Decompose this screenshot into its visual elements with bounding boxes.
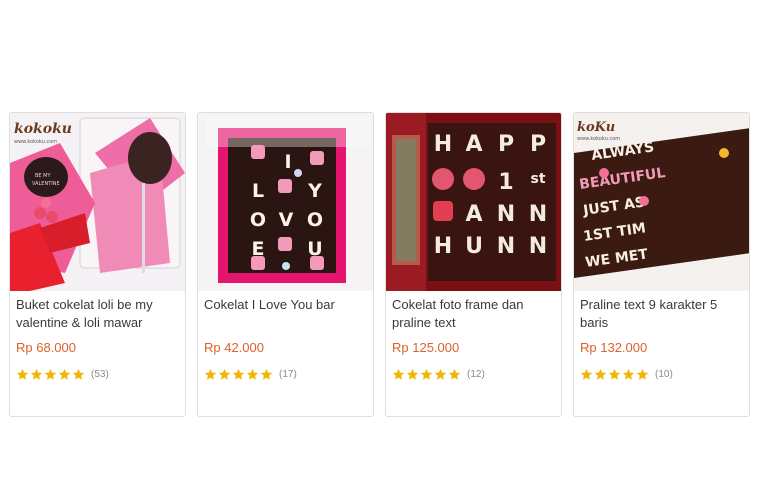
svg-text:O: O — [250, 209, 266, 231]
svg-text:VALENTINE: VALENTINE — [32, 181, 60, 187]
svg-text:P: P — [530, 132, 546, 157]
star-icon — [246, 368, 259, 380]
star-icon — [218, 368, 231, 380]
star-icon — [580, 368, 593, 380]
product-rating: (53) — [16, 366, 109, 382]
svg-text:www.kokoku.com: www.kokoku.com — [577, 136, 620, 142]
star-icon — [406, 368, 419, 380]
svg-text:L: L — [252, 180, 264, 202]
product-card[interactable]: kokoku www.kokoku.com BE MY VALENTINE Bu… — [9, 112, 186, 417]
star-icon — [392, 368, 405, 380]
product-price: Rp 68.000 — [16, 340, 76, 355]
svg-text:BE MY: BE MY — [35, 173, 51, 179]
product-card[interactable]: H A P P 1 st A N N H U N N Cokelat foto … — [385, 112, 562, 417]
star-icon — [636, 368, 649, 380]
review-count: (53) — [91, 368, 109, 380]
star-icon — [594, 368, 607, 380]
svg-text:A: A — [465, 202, 482, 227]
svg-text:U: U — [465, 234, 483, 259]
chocolate-bouquet-image[interactable]: kokoku www.kokoku.com BE MY VALENTINE — [10, 113, 186, 291]
product-price: Rp 132.000 — [580, 340, 648, 355]
svg-text:N: N — [497, 202, 515, 227]
product-rating: (12) — [392, 366, 485, 382]
svg-text:O: O — [307, 209, 323, 231]
star-rating — [392, 368, 462, 381]
review-count: (17) — [279, 368, 297, 380]
svg-text:st: st — [530, 171, 545, 187]
product-rating: (10) — [580, 366, 673, 382]
star-rating — [16, 368, 86, 381]
review-count: (12) — [467, 368, 485, 380]
product-title[interactable]: Buket cokelat loli be my valentine & lol… — [16, 296, 180, 332]
star-icon — [58, 368, 71, 380]
kokoku-logo: koKu www.kokoku.com — [577, 120, 620, 142]
product-card[interactable]: I L Y O V O E U Cokelat I Love You bar R… — [197, 112, 374, 417]
svg-text:N: N — [529, 202, 547, 227]
star-icon — [204, 368, 217, 380]
product-title[interactable]: Praline text 9 karakter 5 baris — [580, 296, 744, 332]
star-icon — [608, 368, 621, 380]
chocolate-box-image[interactable]: I L Y O V O E U — [198, 113, 374, 291]
product-rating: (17) — [204, 366, 297, 382]
svg-text:www.kokoku.com: www.kokoku.com — [14, 139, 57, 145]
product-grid: kokoku www.kokoku.com BE MY VALENTINE Bu… — [9, 112, 753, 418]
product-title[interactable]: Cokelat I Love You bar — [204, 296, 368, 314]
svg-text:koKu: koKu — [577, 120, 615, 135]
star-rating — [580, 368, 650, 381]
svg-text:V: V — [279, 209, 294, 231]
review-count: (10) — [655, 368, 673, 380]
svg-text:A: A — [465, 132, 482, 157]
product-price: Rp 125.000 — [392, 340, 460, 355]
product-card[interactable]: ALWAYS BEAUTIFUL JUST AS 1ST TIM WE MET … — [573, 112, 750, 417]
star-icon — [420, 368, 433, 380]
chocolate-praline-image[interactable]: H A P P 1 st A N N H U N N — [386, 113, 562, 291]
star-icon — [448, 368, 461, 380]
svg-text:N: N — [497, 234, 515, 259]
star-rating — [204, 368, 274, 381]
star-icon — [260, 368, 273, 380]
svg-text:H: H — [434, 132, 452, 157]
svg-text:N: N — [529, 234, 547, 259]
star-icon — [232, 368, 245, 380]
star-icon — [434, 368, 447, 380]
star-icon — [44, 368, 57, 380]
svg-text:H: H — [434, 234, 452, 259]
svg-text:I: I — [284, 151, 291, 173]
star-icon — [72, 368, 85, 380]
star-icon — [16, 368, 29, 380]
chocolate-text-image[interactable]: ALWAYS BEAUTIFUL JUST AS 1ST TIM WE MET … — [574, 113, 750, 291]
star-icon — [622, 368, 635, 380]
product-title[interactable]: Cokelat foto frame dan praline text — [392, 296, 556, 332]
svg-text:kokoku: kokoku — [14, 121, 72, 137]
product-price: Rp 42.000 — [204, 340, 264, 355]
star-icon — [30, 368, 43, 380]
svg-text:Y: Y — [307, 180, 322, 202]
svg-text:1: 1 — [498, 170, 513, 195]
svg-text:P: P — [498, 132, 514, 157]
